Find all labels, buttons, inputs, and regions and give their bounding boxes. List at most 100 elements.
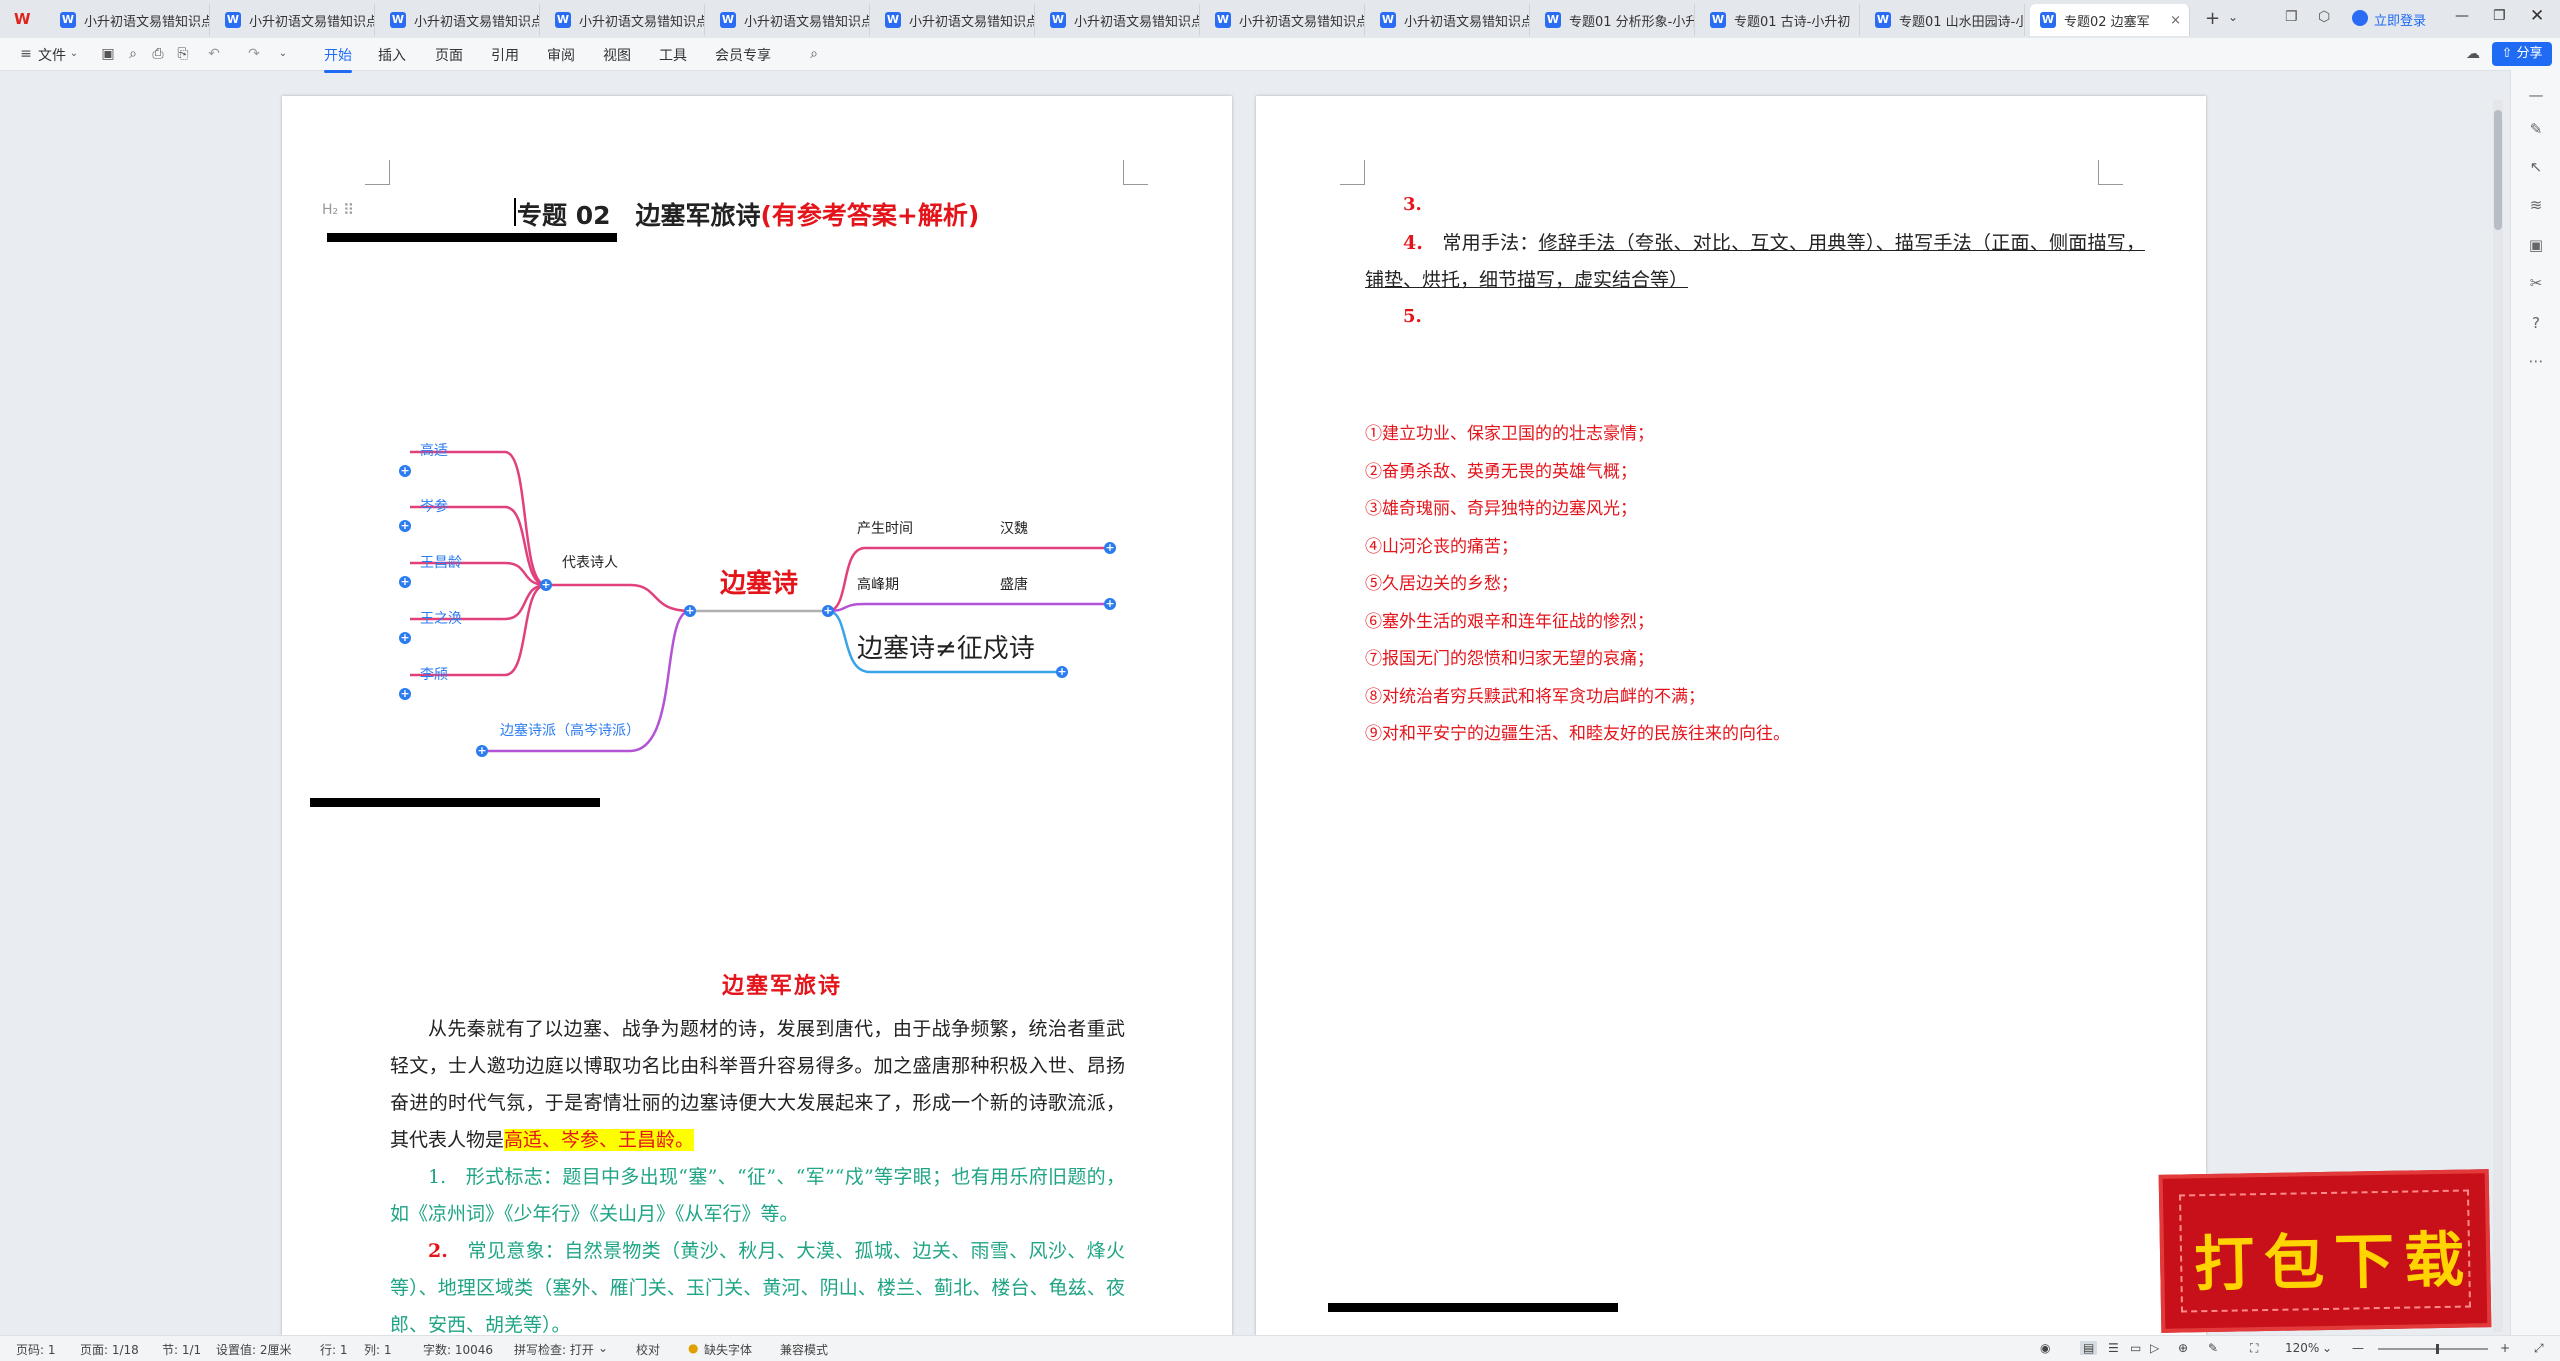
tab-view[interactable]: 视图 [603,45,631,65]
save-icon[interactable]: ▣ [100,46,116,62]
outline-view-icon[interactable]: ☰ [2108,1341,2119,1355]
expand-node-icon[interactable]: + [684,605,696,617]
wps-logo-icon[interactable]: W [14,10,32,28]
doc-tab[interactable]: W 小升初语文易错知识点 [1205,4,1365,36]
status-row[interactable]: 行: 1 [320,1341,348,1358]
collapse-icon[interactable]: — [2527,86,2545,104]
expand-node-icon[interactable]: + [399,632,411,644]
scrollbar-thumb[interactable] [2494,110,2502,230]
cube-icon[interactable]: ⬡ [2318,9,2330,25]
share-button[interactable]: ⇧ 分享 [2492,42,2552,66]
status-col[interactable]: 列: 1 [364,1341,392,1358]
chevron-down-icon[interactable]: ⌄ [598,1341,608,1355]
mindmap-node[interactable]: 高适 [420,440,448,460]
mindmap-node[interactable]: 代表诗人 [562,552,618,572]
mindmap-node[interactable]: 王昌龄 [420,552,462,572]
fit-icon[interactable]: ⛶ [2250,1341,2258,1356]
list-item[interactable]: 1. 形式标志：题目中多出现“塞”、“征”、“军”“戍”等字眼；也有用乐府旧题的… [390,1159,1125,1233]
chevron-down-icon[interactable]: ⌄ [2322,1341,2332,1355]
list-number[interactable]: 3. [1403,194,1422,215]
doc-tab[interactable]: W 小升初语文易错知识点 [710,4,870,36]
link-icon[interactable]: ⌕ [125,46,141,62]
more-chevron-icon[interactable]: ⌄ [275,46,291,62]
expand-node-icon[interactable]: + [476,745,488,757]
doc-tab[interactable]: W 小升初语文易错知识点 [380,4,540,36]
status-setting[interactable]: 设置值: 2厘米 [216,1341,292,1358]
mindmap-node[interactable]: 产生时间 [857,518,913,538]
window-restore-icon[interactable]: ❐ [2285,9,2298,25]
expand-node-icon[interactable]: + [540,579,552,591]
section-title[interactable]: 边塞军旅诗 [722,968,842,1000]
mindmap-node[interactable]: 汉魏 [1000,518,1028,538]
tools-icon[interactable]: ✂ [2527,274,2545,292]
doc-tab[interactable]: W 专题01 分析形象-小升 [1535,4,1695,36]
expand-node-icon[interactable]: + [399,465,411,477]
eye-icon[interactable]: ◉ [2040,1341,2050,1355]
tab-list-chevron-icon[interactable]: ⌄ [2228,10,2238,24]
mindmap-root[interactable]: 边塞诗 [720,563,798,600]
tab-reference[interactable]: 引用 [491,45,519,65]
doc-tab[interactable]: W 小升初语文易错知识点 [50,4,210,36]
search-icon[interactable]: ⌕ [806,46,822,62]
redo-icon[interactable]: ↷ [246,46,262,62]
mindmap-node[interactable]: 边塞诗派（高岑诗派） [500,720,640,740]
pen-icon[interactable]: ✎ [2208,1341,2218,1355]
status-page[interactable]: 页码: 1 [16,1341,56,1358]
zoom-slider[interactable] [2378,1348,2488,1350]
tab-review[interactable]: 审阅 [547,45,575,65]
image-icon[interactable]: ▣ [2527,236,2545,254]
mindmap-node[interactable]: 王之涣 [420,608,462,628]
print-preview-icon[interactable]: ⎘ [175,46,191,62]
zoom-level[interactable]: 120% [2285,1341,2319,1355]
list-number[interactable]: 5. [1403,306,1422,327]
mindmap-node[interactable]: 高峰期 [857,574,899,594]
zoom-in-icon[interactable]: + [2500,1341,2510,1355]
status-font-missing[interactable]: 缺失字体 [704,1341,752,1358]
pen-icon[interactable]: ✎ [2527,120,2545,138]
mindmap-node[interactable]: 边塞诗≠征戍诗 [857,628,1035,665]
new-tab-button[interactable]: + [2205,8,2220,29]
minimize-icon[interactable]: — [2455,8,2469,24]
status-proof[interactable]: 校对 [636,1341,660,1358]
mindmap-node[interactable]: 盛唐 [1000,574,1028,594]
page-view-icon[interactable]: ▤ [2080,1341,2098,1355]
help-icon[interactable]: ? [2527,314,2545,332]
list-item[interactable]: 4. 常用手法：修辞手法（夸张、对比、互文、用典等）、描写手法（正面、侧面描写，… [1365,225,2145,299]
zoom-out-icon[interactable]: — [2352,1341,2364,1355]
close-window-icon[interactable]: ✕ [2530,6,2544,26]
mindmap-node[interactable]: 岑参 [420,496,448,516]
expand-node-icon[interactable]: + [1056,666,1068,678]
status-pages[interactable]: 页面: 1/18 [80,1341,139,1358]
doc-tab[interactable]: W 小升初语文易错知识点 [215,4,375,36]
expand-icon[interactable]: ⤢ [2534,1341,2544,1356]
select-cursor-icon[interactable]: ↖ [2527,158,2545,176]
print-icon[interactable]: ⎙ [150,46,166,62]
menu-icon[interactable]: ≡ [18,46,34,62]
web-view-icon[interactable]: ⊕ [2178,1341,2188,1355]
close-icon[interactable]: × [2170,13,2181,28]
doc-tab[interactable]: W 小升初语文易错知识点 [875,4,1035,36]
doc-tab[interactable]: W 专题01 山水田园诗-小 [1865,4,2025,36]
expand-node-icon[interactable]: + [399,520,411,532]
mindmap[interactable] [390,430,1130,770]
status-words[interactable]: 字数: 10046 [423,1341,493,1358]
list-item[interactable]: 2. 常见意象：自然景物类（黄沙、秋月、大漠、孤城、边关、雨雪、风沙、烽火等）、… [390,1233,1125,1344]
layout-view-icon[interactable]: ▭ [2130,1341,2141,1355]
tab-insert[interactable]: 插入 [378,45,406,65]
mindmap-node[interactable]: 李颀 [420,664,448,684]
file-menu[interactable]: 文件 [38,45,66,65]
maximize-icon[interactable]: ❐ [2493,8,2506,24]
doc-tab[interactable]: W 小升初语文易错知识点 [545,4,705,36]
page-title[interactable]: 专题 02 边塞军旅诗(有参考答案+解析) [517,196,979,232]
intro-paragraph[interactable]: 从先秦就有了以边塞、战争为题材的诗，发展到唐代，由于战争频繁，统治者重武轻文，士… [390,1011,1125,1159]
undo-icon[interactable]: ↶ [206,46,222,62]
tab-tools[interactable]: 工具 [659,45,687,65]
play-icon[interactable]: ▷ [2150,1341,2159,1355]
download-badge[interactable]: 打包下载 [2158,1169,2492,1333]
status-compat[interactable]: 兼容模式 [780,1341,828,1358]
expand-node-icon[interactable]: + [1104,542,1116,554]
expand-node-icon[interactable]: + [1104,598,1116,610]
login-link[interactable]: 立即登录 [2374,10,2426,29]
expand-node-icon[interactable]: + [399,688,411,700]
scrollbar-track[interactable] [2493,100,2503,1332]
